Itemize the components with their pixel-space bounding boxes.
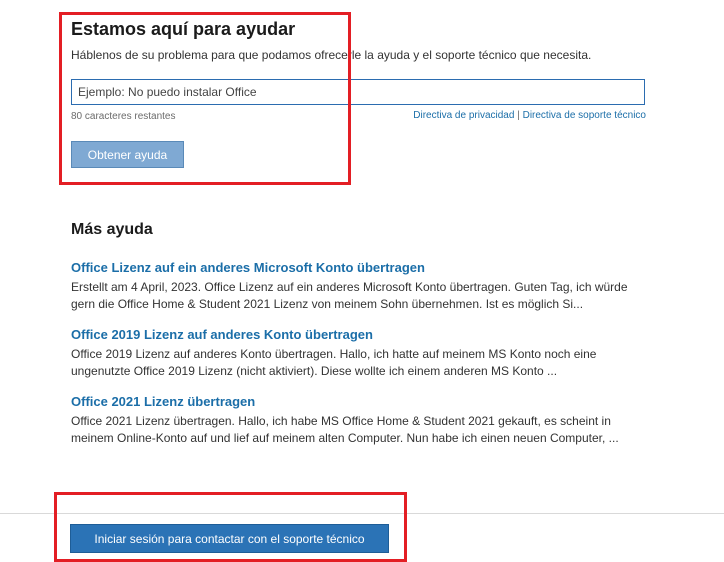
policy-links: Directiva de privacidad | Directiva de s… — [413, 110, 646, 121]
article-link[interactable]: Office 2019 Lizenz auf anderes Konto übe… — [71, 327, 651, 342]
get-help-button[interactable]: Obtener ayuda — [71, 141, 184, 168]
characters-remaining: 80 caracteres restantes — [71, 111, 176, 122]
article-link[interactable]: Office 2021 Lizenz übertragen — [71, 394, 651, 409]
privacy-policy-link[interactable]: Directiva de privacidad — [413, 110, 514, 121]
signin-contact-support-button[interactable]: Iniciar sesión para contactar con el sop… — [70, 524, 389, 553]
help-subtitle: Háblenos de su problema para que podamos… — [71, 48, 592, 62]
support-policy-link[interactable]: Directiva de soporte técnico — [523, 110, 646, 121]
article-item: Office 2021 Lizenz übertragen Office 202… — [71, 394, 651, 447]
footer-divider — [0, 513, 724, 514]
article-snippet: Office 2019 Lizenz auf anderes Konto übe… — [71, 347, 597, 378]
article-snippet: Erstellt am 4 April, 2023. Office Lizenz… — [71, 280, 628, 311]
article-item: Office 2019 Lizenz auf anderes Konto übe… — [71, 327, 651, 380]
help-search-input[interactable] — [71, 79, 645, 105]
link-separator: | — [517, 110, 520, 121]
help-title: Estamos aquí para ayudar — [71, 19, 296, 39]
more-help-title: Más ayuda — [71, 221, 153, 238]
article-item: Office Lizenz auf ein anderes Microsoft … — [71, 260, 651, 313]
article-snippet: Office 2021 Lizenz übertragen. Hallo, ic… — [71, 414, 619, 445]
article-link[interactable]: Office Lizenz auf ein anderes Microsoft … — [71, 260, 651, 275]
